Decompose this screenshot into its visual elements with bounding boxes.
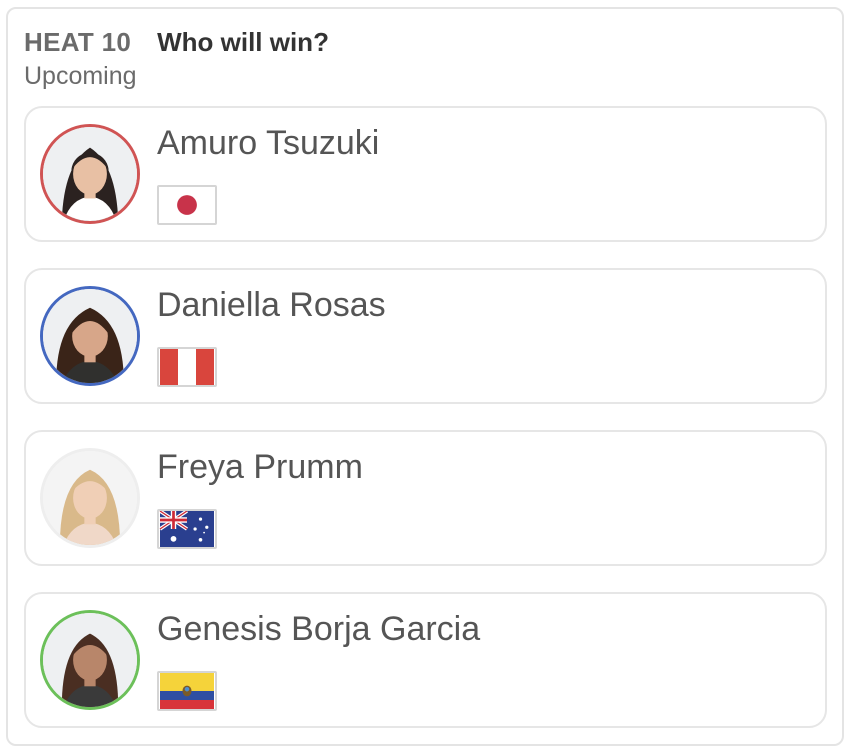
surfer-option-2[interactable]: Daniella Rosas [24,268,827,404]
surfer-name: Genesis Borja Garcia [157,610,481,648]
surfer-name: Daniella Rosas [157,286,386,324]
surfer-photo-icon [43,289,137,383]
peru-flag-icon [157,347,217,387]
heat-status: Upcoming [24,62,137,90]
heat-label: HEAT 10 [24,27,132,57]
heat-card: HEAT 10 Who will win? Upcoming Amuro Tsu… [6,7,844,746]
heat-question: Who will win? [157,27,329,57]
heat-header: HEAT 10 Who will win? Upcoming [24,27,329,91]
australia-flag-icon [157,509,217,549]
surfer-name: Amuro Tsuzuki [157,124,380,162]
surfer-name: Freya Prumm [157,448,363,486]
surfer-avatar [40,286,140,386]
ecuador-flag-icon [157,671,217,711]
surfer-option-4[interactable]: Genesis Borja Garcia [24,592,827,728]
surfer-photo-icon [43,613,137,707]
surfer-photo-icon [43,451,137,545]
heat-title-row: HEAT 10 Who will win? [24,27,329,58]
surfer-option-3[interactable]: Freya Prumm [24,430,827,566]
surfer-avatar [40,124,140,224]
surfer-avatar [40,610,140,710]
surfer-option-1[interactable]: Amuro Tsuzuki [24,106,827,242]
surfer-photo-icon [43,127,137,221]
surfer-avatar [40,448,140,548]
japan-flag-icon [157,185,217,225]
